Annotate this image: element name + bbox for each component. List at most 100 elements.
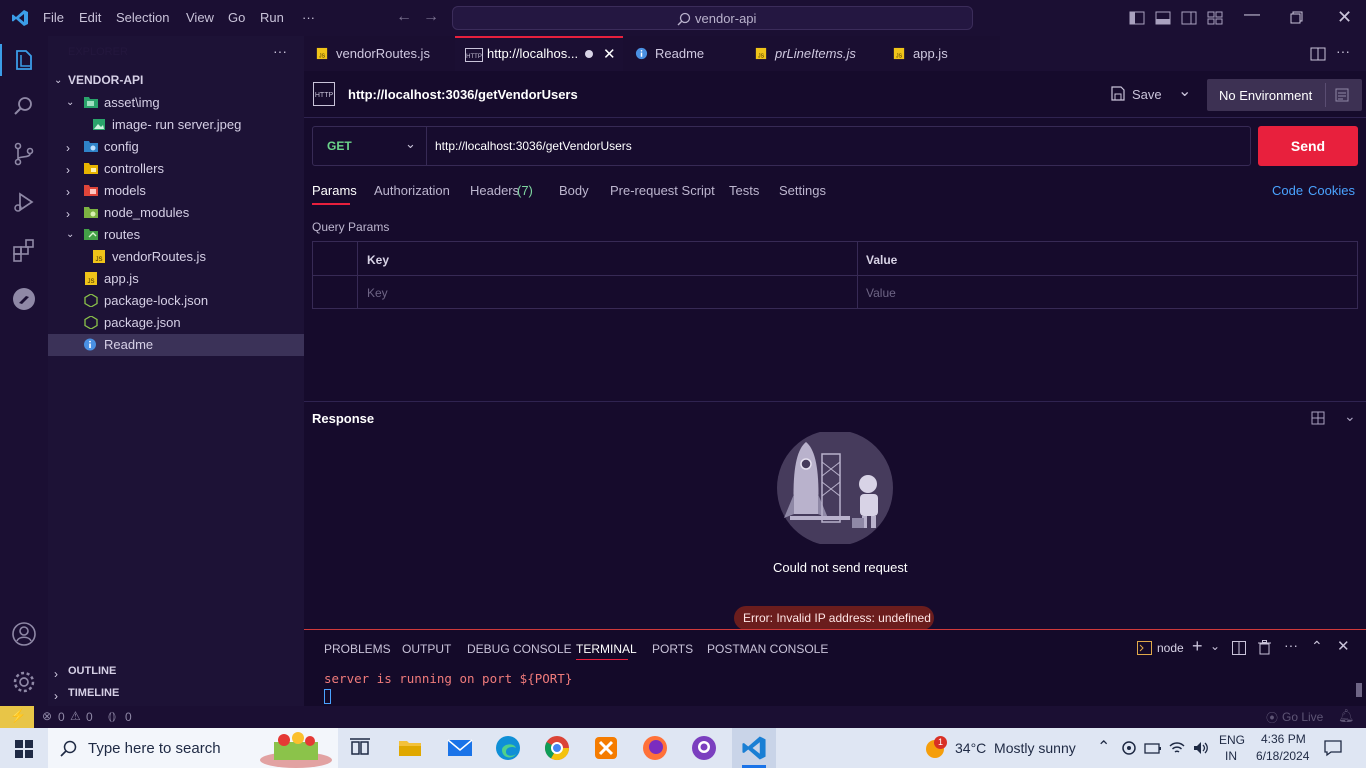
save-dropdown-chevron-icon[interactable]: ⌄ [1178, 81, 1191, 101]
command-center-search[interactable]: vendor-api [452, 6, 973, 30]
run-debug-icon[interactable] [10, 188, 38, 216]
toggle-secondary-sidebar-icon[interactable] [1181, 10, 1197, 26]
back-arrow-icon[interactable]: ← [396, 8, 412, 26]
tab-output[interactable]: OUTPUT [402, 642, 451, 656]
explorer-more-icon[interactable]: ··· [273, 43, 287, 59]
tree-item-package[interactable]: package.json [48, 312, 304, 334]
postman-icon[interactable] [10, 285, 38, 313]
tab-appjs[interactable]: JS app.js [881, 36, 1000, 71]
save-button[interactable]: Save [1132, 87, 1162, 102]
toggle-panel-icon[interactable] [1155, 10, 1171, 26]
firefox-browser-icon[interactable] [641, 734, 669, 762]
tree-item-appjs[interactable]: JS app.js [48, 268, 304, 290]
ports-count[interactable]: 0 [125, 710, 132, 724]
split-terminal-icon[interactable] [1232, 641, 1246, 655]
tab-params[interactable]: Params [312, 183, 357, 198]
forward-arrow-icon[interactable]: → [423, 8, 439, 26]
settings-gear-icon[interactable] [10, 668, 38, 696]
minimize-icon[interactable]: — [1244, 6, 1260, 24]
language-primary[interactable]: ENG [1219, 733, 1245, 747]
tab-authorization[interactable]: Authorization [374, 183, 450, 198]
menu-more[interactable]: ··· [302, 10, 315, 25]
account-icon[interactable] [10, 620, 38, 648]
environment-quicklook-icon[interactable] [1334, 87, 1350, 103]
terminal-scrollbar[interactable] [1356, 683, 1362, 697]
tray-app-icon[interactable] [1121, 740, 1137, 756]
github-desktop-icon[interactable] [690, 734, 718, 762]
volume-icon[interactable] [1192, 740, 1210, 756]
search-sidebar-icon[interactable] [10, 92, 38, 120]
tab-headers[interactable]: Headers [470, 183, 519, 198]
tree-item-models[interactable]: › models [48, 180, 304, 202]
close-tab-icon[interactable]: ✕ [603, 45, 616, 63]
task-view-icon[interactable] [346, 734, 374, 762]
tab-pre-request-script[interactable]: Pre-request Script [610, 183, 715, 198]
notifications-bell-icon[interactable]: 🔔︎ [1338, 708, 1355, 724]
tab-ports[interactable]: PORTS [652, 642, 693, 656]
method-select[interactable]: GET ⌄ [313, 127, 427, 165]
tree-item-node-modules[interactable]: › node_modules [48, 202, 304, 224]
menu-run[interactable]: Run [260, 10, 284, 25]
toggle-primary-sidebar-icon[interactable] [1129, 10, 1145, 26]
environment-selector[interactable]: No Environment [1207, 79, 1362, 111]
menu-edit[interactable]: Edit [79, 10, 101, 25]
edge-browser-icon[interactable] [494, 734, 522, 762]
terminal-shell-name[interactable]: node [1157, 641, 1184, 655]
mail-icon[interactable] [446, 734, 474, 762]
chrome-browser-icon[interactable] [543, 734, 571, 762]
editor-more-icon[interactable]: ··· [1336, 43, 1350, 59]
windows-start-icon[interactable] [15, 740, 33, 758]
go-live-button[interactable]: Go Live [1282, 710, 1323, 724]
layout-toggle-icon[interactable] [1311, 411, 1325, 425]
terminal-dropdown-chevron-icon[interactable]: ⌄ [1210, 639, 1220, 653]
errors-count[interactable]: 0 [58, 710, 65, 724]
tab-debug-console[interactable]: DEBUG CONSOLE [467, 642, 572, 656]
tab-settings[interactable]: Settings [779, 183, 826, 198]
tab-postman-console[interactable]: POSTMAN CONSOLE [707, 642, 828, 656]
menu-file[interactable]: File [43, 10, 64, 25]
clock-date[interactable]: 6/18/2024 [1256, 749, 1309, 763]
menu-go[interactable]: Go [228, 10, 245, 25]
clock-time[interactable]: 4:36 PM [1261, 732, 1306, 746]
warnings-count[interactable]: 0 [86, 710, 93, 724]
tree-item-package-lock[interactable]: package-lock.json [48, 290, 304, 312]
battery-icon[interactable] [1144, 740, 1162, 756]
timeline-section[interactable]: › TIMELINE [48, 684, 304, 706]
taskbar-vscode-active[interactable] [732, 728, 776, 768]
source-control-icon[interactable] [10, 140, 38, 168]
tab-tests[interactable]: Tests [729, 183, 759, 198]
file-explorer-icon[interactable] [396, 734, 424, 762]
tree-item-readme[interactable]: Readme [48, 334, 304, 356]
value-input[interactable]: Value [866, 286, 896, 300]
collapse-response-chevron-icon[interactable]: ⌄ [1344, 408, 1356, 425]
tree-item-asset-img[interactable]: ⌄ asset\img [48, 92, 304, 114]
tree-item-config[interactable]: › config [48, 136, 304, 158]
remote-indicator[interactable]: ⚡ [0, 706, 34, 728]
close-panel-icon[interactable]: ✕ [1337, 637, 1350, 655]
maximize-panel-chevron-up-icon[interactable]: ⌃ [1311, 638, 1323, 655]
outline-section[interactable]: › OUTLINE [48, 662, 304, 684]
tab-body[interactable]: Body [559, 183, 589, 198]
send-button[interactable]: Send [1258, 126, 1358, 166]
wifi-icon[interactable] [1168, 740, 1186, 756]
tab-readme[interactable]: Readme [623, 36, 743, 71]
tab-prlineitems[interactable]: JS prLineItems.js [743, 36, 881, 71]
tree-item-routes[interactable]: ⌄ routes [48, 224, 304, 246]
url-input[interactable]: http://localhost:3036/getVendorUsers [435, 139, 632, 153]
new-terminal-plus-icon[interactable]: + [1192, 636, 1203, 657]
tab-terminal[interactable]: TERMINAL [576, 642, 637, 656]
xampp-icon[interactable] [592, 734, 620, 762]
code-link[interactable]: Code [1272, 183, 1303, 198]
close-window-icon[interactable]: ✕ [1337, 7, 1352, 28]
tree-item-image[interactable]: image- run server.jpeg [48, 114, 304, 136]
explorer-icon[interactable] [10, 46, 38, 74]
notification-center-icon[interactable] [1324, 739, 1342, 757]
menu-selection[interactable]: Selection [116, 10, 169, 25]
tab-vendorroutes[interactable]: JS vendorRoutes.js [304, 36, 455, 71]
restore-icon[interactable] [1290, 11, 1303, 24]
tab-http-request[interactable]: HTTP http://localhos... ✕ [455, 36, 623, 71]
menu-view[interactable]: View [186, 10, 214, 25]
split-editor-icon[interactable] [1310, 46, 1326, 62]
tab-problems[interactable]: PROBLEMS [324, 642, 391, 656]
taskbar-search-box[interactable]: Type here to search [48, 728, 338, 768]
